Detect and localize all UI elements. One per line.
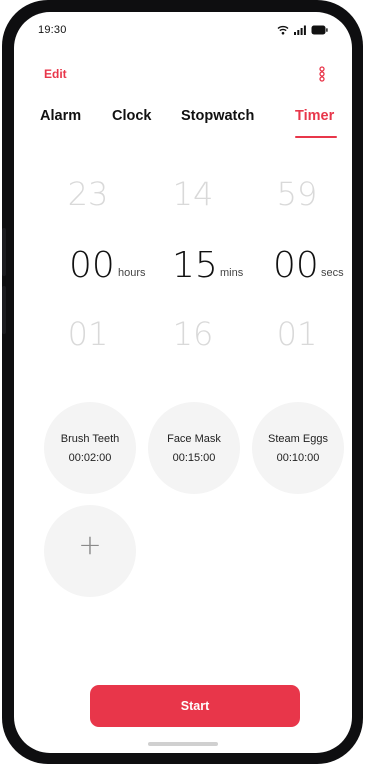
edit-button[interactable]: Edit bbox=[44, 67, 67, 81]
preset-name: Face Mask bbox=[167, 433, 221, 445]
preset-name: Brush Teeth bbox=[60, 433, 120, 445]
plus-icon: + bbox=[78, 528, 102, 561]
volume-up-button bbox=[2, 228, 6, 276]
battery-icon bbox=[311, 25, 328, 35]
screen: 19:30 Edit Alarm Clock Stopwatch Timer 2… bbox=[14, 12, 352, 753]
preset-name: Steam Eggs bbox=[268, 433, 328, 445]
preset-duration: 00:15:00 bbox=[172, 452, 216, 464]
seconds-selected-value[interactable]: 00 bbox=[273, 248, 319, 284]
minutes-unit-label: mins bbox=[220, 267, 244, 279]
preset-brush-teeth[interactable]: Brush Teeth 00:02:00 bbox=[44, 402, 136, 494]
tab-stopwatch[interactable]: Stopwatch bbox=[181, 108, 254, 124]
add-preset-button[interactable]: + bbox=[44, 505, 136, 597]
wifi-icon bbox=[277, 25, 289, 35]
minutes-selected-value[interactable]: 15 bbox=[172, 248, 218, 284]
home-indicator[interactable] bbox=[148, 742, 218, 746]
tab-timer[interactable]: Timer bbox=[295, 108, 334, 124]
tab-clock[interactable]: Clock bbox=[112, 108, 152, 124]
preset-duration: 00:10:00 bbox=[276, 452, 320, 464]
preset-face-mask[interactable]: Face Mask 00:15:00 bbox=[148, 402, 240, 494]
tab-alarm[interactable]: Alarm bbox=[40, 108, 81, 124]
seconds-prev-value[interactable]: 59 bbox=[257, 178, 337, 210]
preset-duration: 00:02:00 bbox=[68, 452, 112, 464]
hours-unit-label: hours bbox=[118, 267, 146, 279]
hours-selected-value[interactable]: 00 bbox=[69, 248, 115, 284]
status-time: 19:30 bbox=[38, 24, 67, 36]
status-icons bbox=[277, 24, 328, 36]
start-button[interactable]: Start bbox=[90, 685, 300, 727]
signal-icon bbox=[294, 25, 306, 35]
minutes-prev-value[interactable]: 14 bbox=[153, 178, 233, 210]
hours-prev-value[interactable]: 23 bbox=[48, 178, 128, 210]
status-bar: 19:30 bbox=[14, 12, 352, 48]
volume-down-button bbox=[2, 286, 6, 334]
seconds-unit-label: secs bbox=[321, 267, 344, 279]
active-tab-indicator bbox=[295, 136, 337, 138]
time-picker[interactable]: 23 14 59 00 hours 15 mins 00 secs 01 16 … bbox=[14, 162, 352, 372]
hours-next-value[interactable]: 01 bbox=[48, 318, 128, 350]
more-vertical-icon[interactable] bbox=[319, 66, 325, 82]
minutes-next-value[interactable]: 16 bbox=[153, 318, 233, 350]
phone-frame: 19:30 Edit Alarm Clock Stopwatch Timer 2… bbox=[2, 0, 363, 764]
preset-steam-eggs[interactable]: Steam Eggs 00:10:00 bbox=[252, 402, 344, 494]
seconds-next-value[interactable]: 01 bbox=[257, 318, 337, 350]
